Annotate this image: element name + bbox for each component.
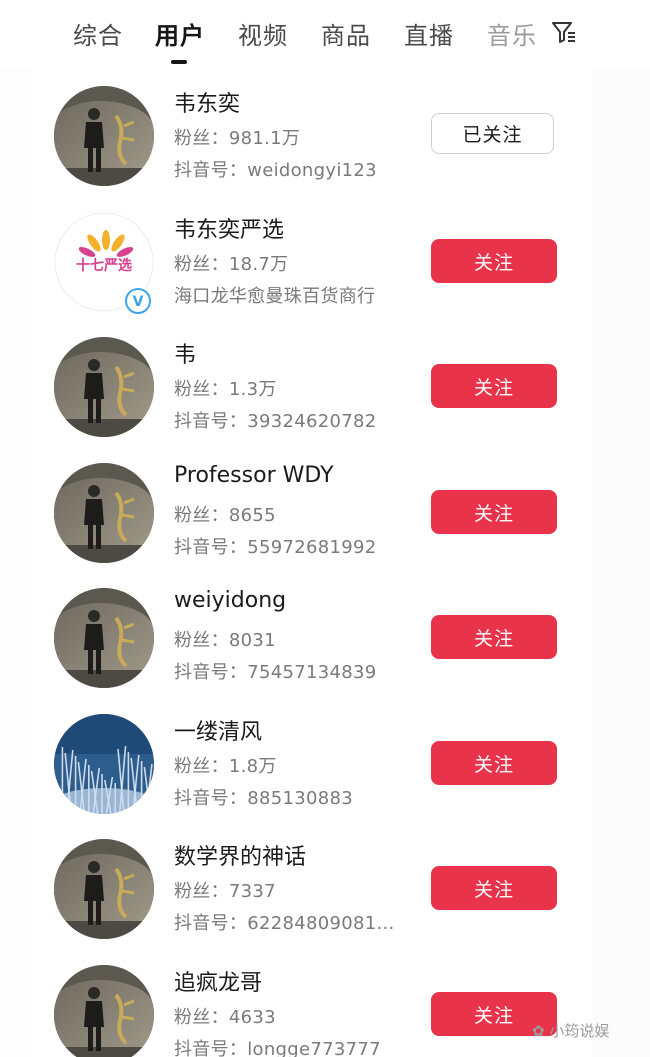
fan-count: 粉丝：981.1万	[174, 128, 301, 149]
active-tab-indicator	[171, 60, 187, 64]
user-name[interactable]: 韦东奕严选	[174, 212, 284, 244]
fan-count: 粉丝：1.8万	[174, 756, 277, 777]
fan-count: 粉丝：8655	[174, 505, 276, 526]
user-row[interactable]: 一缕清风粉丝：1.8万抖音号：885130883 关注	[32, 710, 592, 835]
user-name[interactable]: Professor WDY	[174, 463, 334, 488]
douyin-id: 抖音号：75457134839	[174, 662, 377, 683]
user-row[interactable]: 韦东奕粉丝：981.1万抖音号：weidongyi123 已关注	[32, 82, 592, 207]
douyin-id: 抖音号：55972681992	[174, 537, 377, 558]
right-margin	[592, 0, 650, 1057]
avatar[interactable]	[54, 86, 154, 186]
user-name[interactable]: 数学界的神话	[174, 839, 306, 871]
tab-music[interactable]: 音乐	[487, 16, 537, 51]
follow-button[interactable]: 关注	[431, 615, 557, 659]
douyin-id: 抖音号：39324620782	[174, 411, 377, 432]
search-results-page: 综合 用户 视频 商品 直播 音乐 韦东奕粉丝：981.1万抖音号：weidon…	[0, 0, 650, 1057]
avatar-photo	[54, 463, 154, 563]
user-name[interactable]: 韦东奕	[174, 86, 240, 118]
avatar-photo	[54, 714, 154, 814]
user-name[interactable]: weiyidong	[174, 588, 286, 613]
avatar[interactable]	[54, 463, 154, 563]
avatar[interactable]	[54, 588, 154, 688]
avatar-photo	[54, 588, 154, 688]
fan-count: 粉丝：18.7万	[174, 254, 289, 275]
douyin-id: 抖音号：longge773777	[174, 1039, 381, 1057]
user-name[interactable]: 韦	[174, 337, 196, 369]
tab-videos[interactable]: 视频	[238, 16, 288, 51]
user-row[interactable]: Professor WDY 粉丝：8655 抖音号：55972681992 关注	[32, 459, 592, 584]
follow-button[interactable]: 关注	[431, 866, 557, 910]
user-name[interactable]: 一缕清风	[174, 714, 262, 746]
watermark: ✿ 小筠说娱	[532, 1022, 610, 1040]
follow-button[interactable]: 关注	[431, 364, 557, 408]
tab-products[interactable]: 商品	[321, 16, 371, 51]
fan-count: 粉丝：8031	[174, 630, 276, 651]
avatar[interactable]	[54, 965, 154, 1057]
douyin-id: 抖音号：62284809081...	[174, 913, 395, 934]
fan-count: 粉丝：7337	[174, 881, 276, 902]
tab-users[interactable]: 用户	[155, 16, 205, 51]
fan-count: 粉丝：4633	[174, 1007, 276, 1028]
followed-button[interactable]: 已关注	[431, 113, 554, 154]
follow-button[interactable]: 关注	[431, 239, 557, 283]
avatar[interactable]	[54, 839, 154, 939]
avatar-photo	[54, 337, 154, 437]
follow-button[interactable]: 关注	[431, 490, 557, 534]
filter-icon[interactable]	[551, 20, 577, 44]
left-margin	[0, 0, 32, 1057]
shop-logo-text: 十七严选	[76, 258, 132, 274]
tab-comprehensive[interactable]: 综合	[73, 16, 123, 51]
douyin-id: 抖音号：weidongyi123	[174, 160, 377, 181]
svg-text:V: V	[133, 294, 144, 310]
avatar-photo	[54, 965, 154, 1057]
verified-badge-icon: V	[123, 286, 153, 316]
avatar[interactable]	[54, 714, 154, 814]
avatar-photo	[54, 86, 154, 186]
avatar-photo	[54, 839, 154, 939]
avatar[interactable]	[54, 337, 154, 437]
fan-count: 粉丝：1.3万	[174, 379, 277, 400]
tab-live[interactable]: 直播	[404, 16, 454, 51]
user-row[interactable]: 韦粉丝：1.3万抖音号：39324620782 关注	[32, 333, 592, 458]
user-row[interactable]: 十七严选 V 韦东奕严选粉丝：18.7万海口龙华愈曼珠百货商行 关注	[32, 208, 592, 333]
douyin-id: 抖音号：885130883	[174, 788, 353, 809]
user-row[interactable]: 追疯龙哥 粉丝：4633 抖音号：longge773777 关注	[32, 961, 592, 1057]
watermark-logo-icon: ✿	[532, 1022, 545, 1040]
follow-button[interactable]: 关注	[431, 741, 557, 785]
search-tab-bar: 综合 用户 视频 商品 直播 音乐	[0, 0, 650, 68]
user-row[interactable]: weiyidong 粉丝：8031 抖音号：75457134839 关注	[32, 584, 592, 709]
user-row[interactable]: 数学界的神话粉丝：7337 抖音号：62284809081... 关注	[32, 835, 592, 960]
user-detail: 海口龙华愈曼珠百货商行	[174, 286, 376, 307]
user-name[interactable]: 追疯龙哥	[174, 965, 262, 997]
